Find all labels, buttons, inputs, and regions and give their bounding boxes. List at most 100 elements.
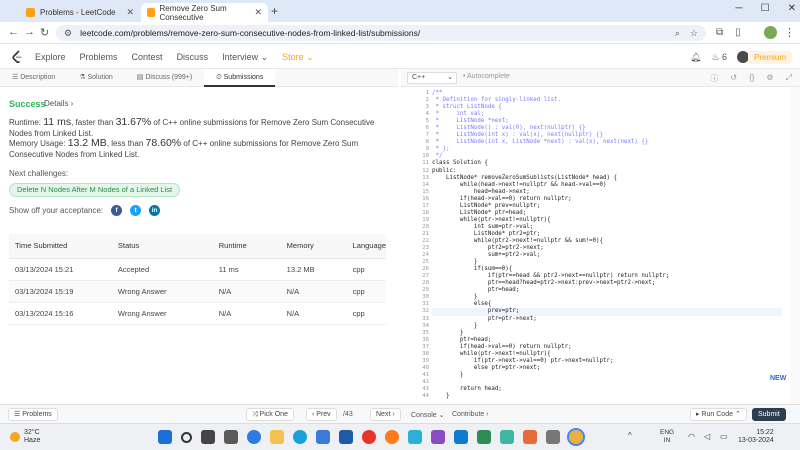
code-line[interactable]: while(head->next!=nullptr && head->val==… [432,182,782,189]
code-editor[interactable]: 1 2 3 4 5 6 7 8 9 10 11 12 13 14 15 16 17 18 19 20 21 22 23 24 2… [401,87,790,404]
code-line[interactable]: * int val; [432,111,782,118]
address-bar[interactable]: ⚙ leetcode.com/problems/remove-zero-sum-… [56,25,706,41]
next-challenge-chip[interactable]: Delete N Nodes After M Nodes of a Linked… [9,183,181,197]
code-line[interactable]: ListNode* prev=nullptr; [432,203,782,210]
code-line[interactable]: ListNode* removeZeroSumSublists(ListNode… [432,175,782,182]
bookmark-star-icon[interactable]: ☆ [690,28,698,39]
code-line[interactable]: if(head->val==0) return nullptr; [432,344,782,351]
close-tab-icon[interactable]: ✕ [126,7,134,18]
streak-fire[interactable]: ♨ 6 [711,52,727,63]
code-area[interactable]: /** * Definition for singly-linked list.… [432,90,782,400]
search-icon[interactable] [181,431,192,443]
col-time-header[interactable]: Time Submitted [9,234,112,259]
code-line[interactable]: * ListNode *next; [432,118,782,125]
clock[interactable]: 15:22 13-03-2024 [738,429,774,445]
code-line[interactable] [432,379,782,386]
new-badge[interactable]: NEW [770,375,786,382]
code-line[interactable]: * struct ListNode { [432,104,782,111]
submit-button[interactable]: Submit [752,408,786,421]
editor-scrollbar[interactable] [790,87,800,404]
nav-explore[interactable]: Explore [35,52,66,63]
code-line[interactable]: if(sum==0){ [432,266,782,273]
autocomplete-toggle[interactable]: • Autocomplete [463,73,510,80]
code-line[interactable]: ptr=head; [432,337,782,344]
code-line[interactable]: * Definition for singly-linked list. [432,97,782,104]
code-line[interactable]: return head; [432,386,782,393]
meet-icon[interactable] [247,430,261,444]
maximize-icon[interactable]: ☐ [761,3,770,14]
store-icon[interactable] [316,430,330,444]
menu-icon[interactable]: ⋮ [784,26,795,39]
code-line[interactable]: sum+=ptr2->val; [432,252,782,259]
code-line[interactable]: ListNode* ptr=head; [432,210,782,217]
zoom-icon[interactable]: ⌕ [675,28,680,39]
chrome-icon[interactable] [567,428,585,446]
nav-store[interactable]: Store ⌄ [282,52,314,63]
tab-submissions[interactable]: ⏲ Submissions [204,68,276,87]
code-line[interactable]: } [432,393,782,400]
weather-widget[interactable]: 32°C Haze [10,429,40,445]
nav-problems[interactable]: Problems [80,52,118,63]
forward-icon[interactable]: → [24,26,35,38]
contribute-button[interactable]: Contribute › [452,411,489,418]
wifi-icon[interactable]: ◠ [688,432,695,441]
app-icon[interactable] [546,430,560,444]
next-button[interactable]: Next › [370,408,401,421]
site-info-icon[interactable]: ⚙ [64,28,72,39]
code-line[interactable]: ptr2=ptr2->next; [432,245,782,252]
nav-interview[interactable]: Interview ⌄ [222,52,268,63]
close-tab-icon[interactable]: ✕ [254,7,262,18]
minimize-icon[interactable]: ─ [736,3,743,14]
code-line[interactable]: ptr=ptr->next; [432,316,782,323]
leetcode-logo-icon[interactable] [11,50,23,64]
code-line[interactable]: if(ptr==head && ptr2->next==nullptr) ret… [432,273,782,280]
app-icon[interactable] [431,430,445,444]
app-icon[interactable] [500,430,514,444]
col-memory-header[interactable]: Memory [280,234,347,259]
file-explorer-icon[interactable] [270,430,284,444]
code-line[interactable]: else ptr=ptr->next; [432,365,782,372]
browser-tab-problems[interactable]: Problems - LeetCode ✕ [20,3,140,22]
console-toggle[interactable]: Console ⌄ [411,411,445,419]
code-line[interactable]: if(head->val==0) return nullptr; [432,196,782,203]
volume-icon[interactable]: ◁ [704,432,710,441]
table-row[interactable]: 03/13/2024 15:16 Wrong Answer N/A N/A cp… [9,302,386,325]
tab-description[interactable]: ☰ Description [0,69,67,87]
code-line[interactable]: */ [432,153,782,160]
table-row[interactable]: 03/13/2024 15:19 Wrong Answer N/A N/A cp… [9,280,386,303]
details-link[interactable]: Details › [44,99,73,108]
edge-icon[interactable] [293,430,307,444]
col-language-header[interactable]: Language [346,234,386,259]
code-line[interactable]: prev=ptr; [432,308,782,316]
input-language[interactable]: ENG IN [660,429,674,445]
premium-button[interactable]: Premium [748,51,793,64]
notification-bell-icon[interactable]: 🔔︎ [690,52,701,63]
linkedin-icon[interactable]: in [149,205,161,216]
code-line[interactable]: while(ptr2->next!=nullptr && sum!=0){ [432,238,782,245]
code-line[interactable]: } [432,330,782,337]
prev-button[interactable]: ‹ Prev [306,408,337,421]
fullscreen-icon[interactable]: ⤢ [786,73,792,84]
sidebar-icon[interactable]: ▯ [735,27,741,38]
code-line[interactable]: while(ptr->next!=nullptr){ [432,217,782,224]
code-line[interactable]: public: [432,168,782,175]
code-line[interactable]: while(ptr->next!=nullptr){ [432,351,782,358]
code-line[interactable]: } [432,294,782,301]
chevron-up-icon[interactable]: ^ [628,431,632,440]
code-line[interactable]: /** [432,90,782,97]
braces-icon[interactable]: {} [749,73,754,84]
table-row[interactable]: 03/13/2024 15:21 Accepted 11 ms 13.2 MB … [9,258,386,281]
code-line[interactable]: else{ [432,301,782,308]
pick-one-button[interactable]: ⤨ Pick One [246,408,294,421]
vscode-icon[interactable] [454,430,468,444]
code-line[interactable]: class Solution { [432,160,782,167]
twitter-icon[interactable]: t [130,205,142,216]
app-icon[interactable] [408,430,422,444]
extensions-icon[interactable]: ⧉ [716,27,723,38]
nav-discuss[interactable]: Discuss [177,52,209,63]
code-line[interactable]: ptr=head; [432,287,782,294]
settings-icon[interactable]: ⚙ [766,73,773,84]
col-status-header[interactable]: Status [111,234,213,259]
reload-icon[interactable]: ↻ [40,26,49,39]
col-runtime-header[interactable]: Runtime [212,234,281,259]
